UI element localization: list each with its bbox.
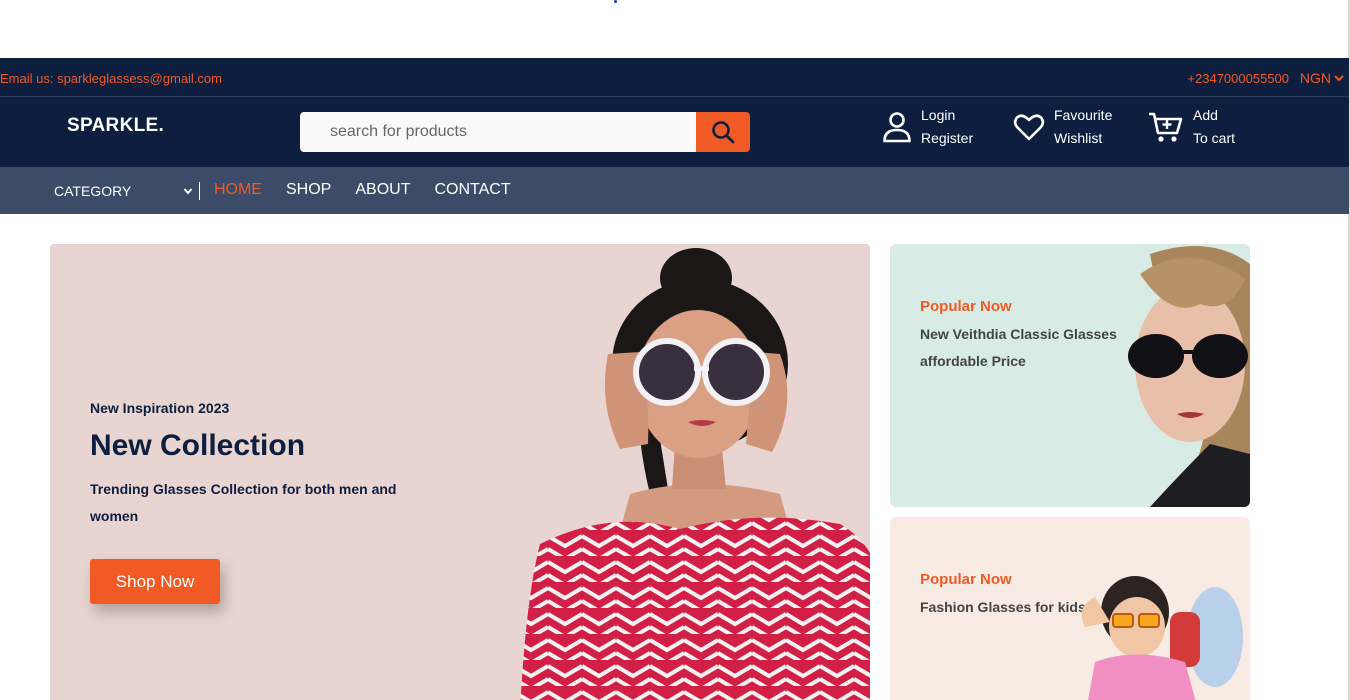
nav-about[interactable]: ABOUT: [355, 181, 410, 199]
promo-card-classic[interactable]: Popular Now New Veithdia Classic Glasses…: [890, 244, 1250, 507]
cart-button[interactable]: Add To cart: [1148, 107, 1235, 147]
wishlist-label: Wishlist: [1054, 130, 1103, 146]
nav-contact[interactable]: CONTACT: [434, 181, 510, 199]
search-bar: [300, 112, 750, 152]
heart-icon: [1013, 114, 1045, 141]
user-icon: [883, 112, 911, 143]
hero-title: New Collection: [90, 429, 306, 462]
category-dropdown[interactable]: CATEGORY: [54, 182, 200, 200]
tocart-label: To cart: [1193, 130, 1236, 146]
currency-label: NGN: [1299, 70, 1331, 86]
currency-selector[interactable]: NGN: [1300, 70, 1344, 86]
wishlist-button[interactable]: Favourite Wishlist: [1013, 107, 1112, 147]
main-header: SPARKLE. Login Register Favourite Wishli…: [0, 97, 1349, 167]
category-label: CATEGORY: [54, 183, 132, 199]
hero-banner: New Inspiration 2023 New Collection Tren…: [50, 244, 870, 700]
search-button[interactable]: [696, 112, 750, 152]
hero-model-image: [520, 248, 870, 700]
contact-phone[interactable]: +2347000055500: [1187, 71, 1289, 86]
add-label: Add: [1193, 107, 1218, 123]
site-logo[interactable]: SPARKLE.: [67, 115, 164, 137]
contact-email[interactable]: Email us: sparkleglassess@gmail.com: [0, 71, 222, 86]
page: Email us: sparkleglassess@gmail.com +234…: [0, 0, 1350, 700]
cart-icon: [1149, 112, 1183, 142]
promo1-model-image: [1128, 246, 1250, 507]
promo2-tag: Popular Now: [920, 571, 1012, 588]
nav-home[interactable]: HOME: [214, 181, 262, 199]
shop-now-button[interactable]: Shop Now: [90, 559, 220, 604]
promo1-tag: Popular Now: [920, 298, 1012, 315]
favourite-label: Favourite: [1054, 107, 1113, 123]
hero-tagline: New Inspiration 2023: [90, 400, 230, 416]
nav-shop[interactable]: SHOP: [286, 181, 331, 199]
login-link[interactable]: Login: [921, 107, 973, 124]
chevron-down-icon: [183, 188, 193, 195]
chevron-down-icon: [1334, 75, 1344, 82]
register-link[interactable]: Register: [921, 130, 973, 147]
account-button[interactable]: Login Register: [882, 107, 973, 147]
search-icon: [712, 121, 735, 144]
nav-links: HOME SHOP ABOUT CONTACT: [214, 181, 511, 199]
stray-dot: [614, 0, 617, 3]
promo-card-kids[interactable]: Popular Now Fashion Glasses for kids: [890, 517, 1250, 700]
top-bar: Email us: sparkleglassess@gmail.com +234…: [0, 58, 1349, 97]
nav-bar: CATEGORY HOME SHOP ABOUT CONTACT: [0, 167, 1349, 214]
search-input[interactable]: [300, 112, 696, 152]
hero-description: Trending Glasses Collection for both men…: [90, 481, 397, 524]
promo2-model-image: [1081, 576, 1243, 700]
